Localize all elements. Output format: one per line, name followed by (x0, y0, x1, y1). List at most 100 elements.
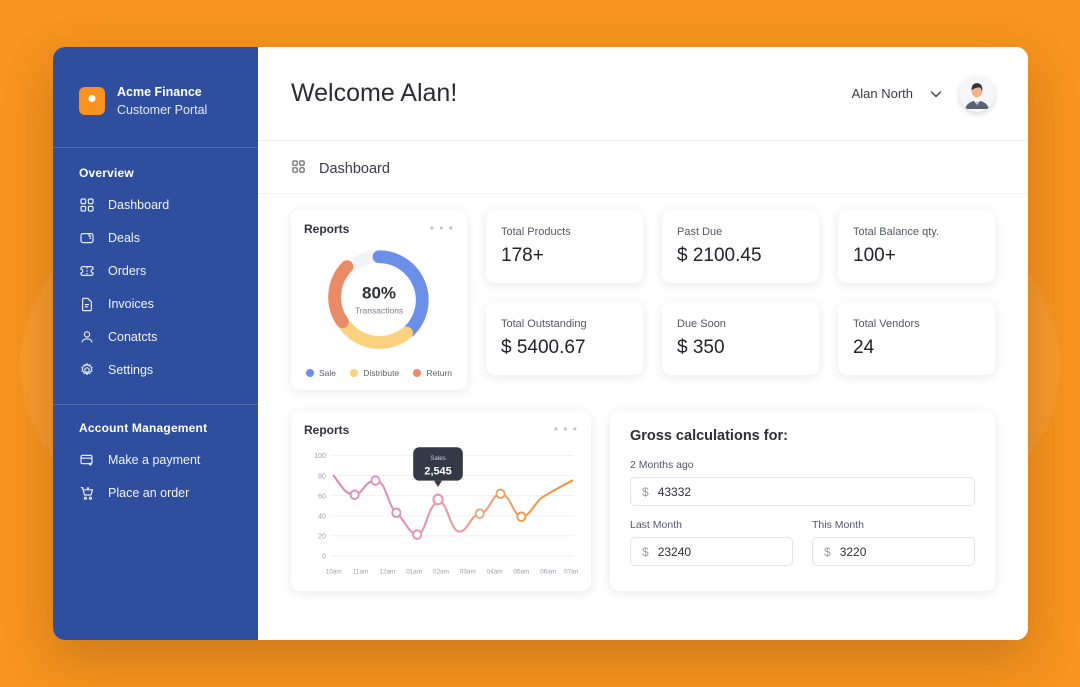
stat-value: 24 (853, 337, 875, 358)
svg-text:10am: 10am (326, 568, 342, 575)
sidebar: Acme Finance Customer Portal Overview Da… (53, 47, 258, 640)
field-label: This Month (812, 519, 864, 531)
field-label: Last Month (630, 519, 682, 531)
donut-segment-return (328, 260, 354, 329)
legend-color-swatch (350, 369, 359, 377)
field-value: 23240 (657, 544, 692, 559)
brand[interactable]: Acme Finance Customer Portal (53, 47, 258, 149)
sidebar-item-label: Invoices (108, 296, 154, 311)
svg-text:03am: 03am (460, 568, 476, 575)
legend-color-swatch (306, 369, 314, 377)
reports-donut-card: Reports • • • 80% Transactions Sale Dist… (291, 210, 467, 390)
user-name: Alan North (851, 86, 913, 101)
card-title: Reports (304, 222, 350, 236)
stats-row-1: Total Products 178+ Past Due $ 2100.45 T… (486, 210, 995, 283)
breadcrumb-label[interactable]: Dashboard (319, 161, 390, 177)
stat-card-due-soon[interactable]: Due Soon $ 350 (662, 302, 819, 375)
line-chart-svg: 100 80 60 40 20 0 Sales 2,545 10am 11am … (314, 447, 578, 576)
stat-label: Due Soon (677, 318, 726, 330)
stat-card-total-products[interactable]: Total Products 178+ (486, 210, 643, 283)
topbar: Welcome Alan! Alan North (258, 47, 1028, 141)
donut-segment-distribute (340, 320, 413, 349)
brand-subtitle: Customer Portal (117, 103, 208, 118)
gross-title: Gross calculations for: (630, 428, 788, 444)
donut-chart: 80% Transactions (304, 236, 454, 364)
legend-item-sale[interactable]: Sale (306, 368, 336, 378)
donut-legend: Sale Distribute Return (304, 364, 454, 380)
field-group-last-month: Last Month $ 23240 (630, 519, 793, 566)
card-plus-icon (79, 452, 95, 468)
line-series-sales (332, 474, 574, 536)
square-dot-logo-icon (79, 87, 105, 116)
sidebar-item-settings[interactable]: Settings (53, 353, 258, 386)
stat-card-past-due[interactable]: Past Due $ 2100.45 (662, 210, 819, 283)
stat-card-total-vendors[interactable]: Total Vendors 24 (838, 302, 995, 375)
stat-value: 100+ (853, 245, 896, 266)
sidebar-item-deals[interactable]: Deals (53, 221, 258, 254)
legend-item-return[interactable]: Return (413, 368, 452, 378)
svg-text:06am: 06am (540, 568, 556, 575)
svg-text:20: 20 (318, 532, 326, 540)
page-title: Welcome Alan! (291, 79, 458, 107)
main-area: Welcome Alan! Alan North Dashboard Repor… (258, 47, 1028, 640)
this-month-input[interactable]: $ 3220 (812, 537, 975, 566)
two-months-ago-input[interactable]: $ 43332 (630, 477, 975, 506)
gross-calculations-card: Gross calculations for: 2 Months ago $ 4… (610, 411, 995, 591)
sidebar-item-label: Dashboard (108, 197, 170, 212)
legend-color-swatch (413, 369, 422, 377)
card-title: Reports (304, 423, 350, 437)
last-month-input[interactable]: $ 23240 (630, 537, 793, 566)
grid-icon (291, 159, 306, 179)
svg-text:0: 0 (322, 552, 326, 560)
stat-label: Past Due (677, 226, 723, 238)
svg-text:40: 40 (318, 512, 326, 520)
field-group-this-month: This Month $ 3220 (812, 519, 975, 566)
breadcrumb: Dashboard (258, 141, 1028, 194)
sidebar-item-invoices[interactable]: Invoices (53, 287, 258, 320)
avatar[interactable] (959, 75, 995, 112)
sidebar-item-place-an-order[interactable]: Place an order (53, 476, 258, 509)
field-group-row: Last Month $ 23240 This Month $ 3220 (630, 519, 975, 566)
field-value: 43332 (657, 484, 692, 499)
chevron-down-icon[interactable] (927, 85, 945, 103)
nav-section-overview: Overview Dashboard Deals Orders Invoices… (53, 148, 258, 386)
nav-section-title-overview: Overview (79, 166, 134, 181)
more-horizontal-icon[interactable]: • • • (554, 423, 578, 435)
grid-icon (79, 197, 95, 213)
brand-name: Acme Finance (117, 85, 202, 99)
svg-text:05am: 05am (513, 568, 529, 575)
wallet-icon (79, 230, 95, 246)
chart-tooltip: Sales 2,545 (413, 447, 463, 487)
line-chart: 100 80 60 40 20 0 Sales 2,545 10am 11am … (304, 441, 578, 583)
tooltip-label: Sales (430, 455, 445, 462)
user-menu[interactable]: Alan North (851, 75, 995, 112)
stat-label: Total Vendors (853, 318, 920, 330)
sidebar-item-label: Deals (108, 230, 140, 245)
legend-label: Distribute (363, 368, 400, 378)
legend-label: Return (426, 368, 452, 378)
stat-card-total-outstanding[interactable]: Total Outstanding $ 5400.67 (486, 302, 643, 375)
ticket-icon (79, 263, 95, 279)
stat-card-total-balance-qty[interactable]: Total Balance qty. 100+ (838, 210, 995, 283)
sidebar-item-make-a-payment[interactable]: Make a payment (53, 443, 258, 476)
sidebar-item-contacts[interactable]: Conatcts (53, 320, 258, 353)
sidebar-item-dashboard[interactable]: Dashboard (53, 188, 258, 221)
legend-item-distribute[interactable]: Distribute (350, 368, 399, 378)
stat-label: Total Outstanding (501, 318, 587, 330)
nav-section-title-account-management: Account Management (79, 421, 208, 436)
sidebar-item-label: Settings (108, 362, 154, 377)
more-horizontal-icon[interactable]: • • • (430, 222, 454, 234)
stats-area: Total Products 178+ Past Due $ 2100.45 T… (486, 210, 995, 390)
sidebar-item-orders[interactable]: Orders (53, 254, 258, 287)
field-group-two-months-ago: 2 Months ago $ 43332 (630, 459, 975, 506)
legend-label: Sale (319, 368, 337, 378)
gear-icon (79, 362, 95, 378)
svg-text:80: 80 (318, 472, 326, 480)
stats-row-2: Total Outstanding $ 5400.67 Due Soon $ 3… (486, 302, 995, 375)
sidebar-item-label: Make a payment (108, 452, 201, 467)
svg-text:01am: 01am (406, 568, 422, 575)
currency-symbol: $ (824, 544, 831, 559)
document-icon (79, 296, 95, 312)
currency-symbol: $ (642, 544, 649, 559)
svg-text:100: 100 (314, 452, 326, 460)
